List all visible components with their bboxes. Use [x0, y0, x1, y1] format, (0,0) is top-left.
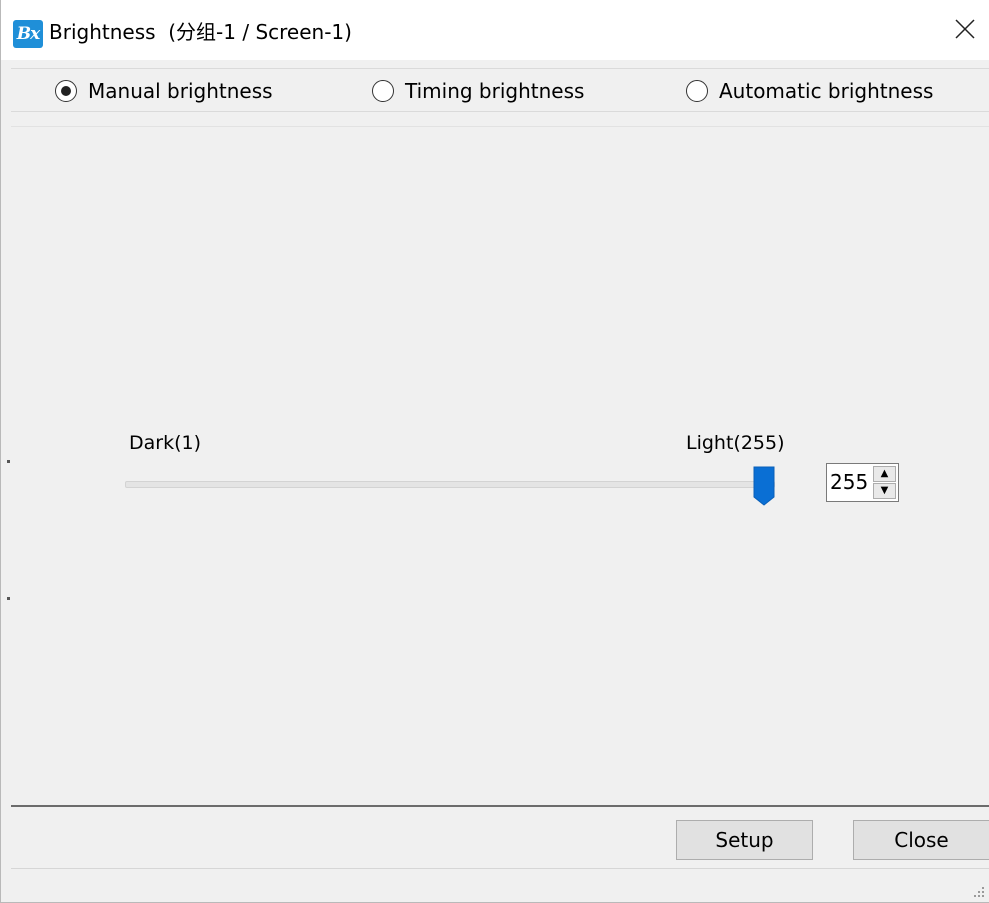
- title-bar: Bx Brightness (分组-1 / Screen-1): [1, 0, 989, 60]
- bx-app-icon: Bx: [13, 20, 43, 48]
- radio-manual-brightness[interactable]: Manual brightness: [55, 69, 273, 113]
- dialog-footer: [11, 807, 989, 869]
- slider-min-label: Dark(1): [129, 432, 202, 454]
- radio-unchecked-icon: [372, 80, 394, 102]
- edge-tick: [7, 597, 10, 600]
- radio-label: Manual brightness: [88, 79, 273, 103]
- radio-label: Automatic brightness: [719, 79, 934, 103]
- radio-automatic-brightness[interactable]: Automatic brightness: [686, 69, 933, 113]
- arrow-up-icon: ▲: [880, 468, 889, 479]
- close-icon[interactable]: [952, 16, 978, 42]
- brightness-spinbox[interactable]: 255 ▲ ▼: [826, 463, 899, 502]
- spinbox-value[interactable]: 255: [830, 464, 868, 501]
- brightness-mode-bar: Manual brightness Timing brightness Auto…: [11, 68, 989, 112]
- close-button[interactable]: Close: [853, 820, 989, 860]
- spin-up-button[interactable]: ▲: [873, 466, 896, 482]
- radio-timing-brightness[interactable]: Timing brightness: [372, 69, 584, 113]
- spin-down-button[interactable]: ▼: [873, 483, 896, 499]
- slider-max-label: Light(255): [686, 432, 785, 454]
- setup-button[interactable]: Setup: [676, 820, 813, 860]
- radio-unchecked-icon: [686, 80, 708, 102]
- resize-grip-icon[interactable]: [971, 884, 985, 898]
- window-title: Brightness (分组-1 / Screen-1): [49, 20, 352, 44]
- radio-checked-icon: [55, 80, 77, 102]
- edge-tick: [7, 460, 10, 463]
- brightness-slider-thumb[interactable]: [753, 466, 775, 506]
- spinbox-buttons: ▲ ▼: [873, 466, 896, 499]
- brightness-dialog: Bx Brightness (分组-1 / Screen-1) Manual b…: [0, 0, 989, 903]
- brightness-slider-track[interactable]: [125, 481, 775, 488]
- arrow-down-icon: ▼: [880, 485, 889, 496]
- radio-label: Timing brightness: [405, 79, 585, 103]
